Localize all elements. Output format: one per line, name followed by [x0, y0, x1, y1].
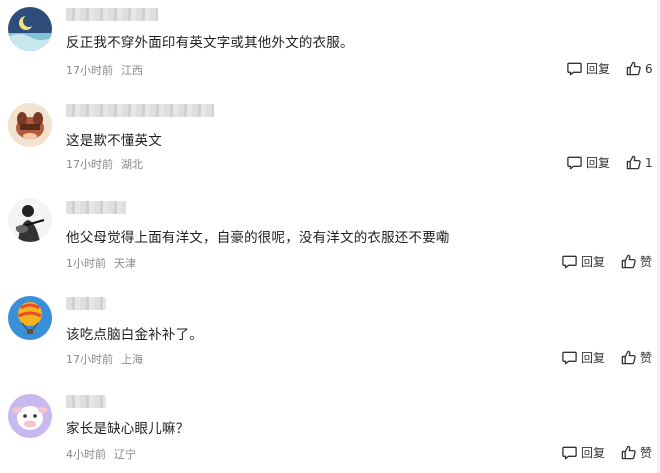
reply-button[interactable]: 回复 [561, 253, 605, 270]
thumbs-up-icon [621, 254, 636, 269]
avatar-hot-air-balloon-image [8, 296, 52, 340]
like-label: 赞 [640, 446, 653, 460]
reply-label: 回复 [581, 446, 606, 460]
comment-time: 17小时前 [66, 158, 113, 171]
comment-location: 天津 [114, 257, 136, 270]
username-redacted[interactable] [66, 201, 126, 214]
comment-time: 1小时前 [66, 257, 106, 270]
thumbs-up-icon [626, 61, 641, 76]
comment-item: 反正我不穿外面印有英文字或其他外文的衣服。 17小时前 江西 回复 6 [0, 0, 660, 98]
reply-button[interactable]: 回复 [566, 60, 610, 77]
comment-item: 家长是缺心眼儿嘛？ 4小时前 辽宁 回复 赞 [0, 392, 660, 473]
username-redacted[interactable] [66, 297, 106, 310]
like-button[interactable]: 赞 [620, 253, 652, 270]
comment-text: 该吃点脑白金补补了。 [66, 327, 203, 343]
reply-button[interactable]: 回复 [561, 349, 605, 366]
comment-meta: 4小时前 辽宁 [66, 446, 136, 462]
like-button[interactable]: 赞 [620, 349, 652, 366]
like-button[interactable]: 赞 [620, 444, 652, 461]
comment-item: 这是欺不懂英文 17小时前 湖北 回复 1 [0, 98, 660, 196]
comment-text: 这是欺不懂英文 [66, 133, 162, 149]
reply-label: 回复 [581, 255, 606, 269]
like-count: 1 [645, 155, 653, 170]
avatar-cartoon-cow-image [8, 394, 52, 438]
avatar[interactable] [8, 103, 52, 147]
comment-bubble-icon [567, 156, 582, 170]
like-count: 6 [645, 61, 653, 76]
thumbs-up-icon [621, 445, 636, 460]
reply-label: 回复 [581, 351, 606, 365]
username-redacted[interactable] [66, 104, 214, 117]
comment-location: 上海 [121, 353, 143, 366]
avatar[interactable] [8, 7, 52, 51]
comment-meta: 17小时前 江西 [66, 62, 143, 78]
reply-label: 回复 [586, 156, 611, 170]
comment-bubble-icon [562, 255, 577, 269]
comment-time: 4小时前 [66, 448, 106, 461]
avatar-moon-landscape-image [8, 7, 52, 51]
comment-bubble-icon [562, 446, 577, 460]
comment-item: 他父母觉得上面有洋文，自豪的很呢，没有洋文的衣服还不要嘞 1小时前 天津 回复 赞 [0, 196, 660, 294]
username-redacted[interactable] [66, 8, 158, 21]
comment-text: 家长是缺心眼儿嘛？ [66, 421, 190, 437]
like-label: 赞 [640, 351, 653, 365]
comment-bubble-icon [562, 351, 577, 365]
comment-location: 湖北 [121, 158, 143, 171]
comment-meta: 1小时前 天津 [66, 255, 136, 271]
like-button[interactable]: 6 [625, 60, 653, 77]
avatar[interactable] [8, 198, 52, 242]
like-label: 赞 [640, 255, 653, 269]
comment-time: 17小时前 [66, 353, 113, 366]
thumbs-up-icon [626, 155, 641, 170]
comment-text: 反正我不穿外面印有英文字或其他外文的衣服。 [66, 35, 354, 51]
comment-text: 他父母觉得上面有洋文，自豪的很呢，没有洋文的衣服还不要嘞 [66, 230, 450, 246]
reply-button[interactable]: 回复 [566, 154, 610, 171]
comment-time: 17小时前 [66, 64, 113, 77]
thumbs-up-icon [621, 350, 636, 365]
comment-bubble-icon [567, 62, 582, 76]
avatar-guitar-sketch-image [8, 198, 52, 242]
comment-location: 辽宁 [114, 448, 136, 461]
comment-location: 江西 [121, 64, 143, 77]
like-button[interactable]: 1 [625, 154, 653, 171]
avatar[interactable] [8, 394, 52, 438]
avatar[interactable] [8, 296, 52, 340]
comment-meta: 17小时前 湖北 [66, 156, 143, 172]
username-redacted[interactable] [66, 395, 106, 408]
comment-item: 该吃点脑白金补补了。 17小时前 上海 回复 赞 [0, 294, 660, 392]
avatar-cartoon-dog-image [8, 103, 52, 147]
reply-label: 回复 [586, 62, 611, 76]
comment-meta: 17小时前 上海 [66, 351, 143, 367]
reply-button[interactable]: 回复 [561, 444, 605, 461]
